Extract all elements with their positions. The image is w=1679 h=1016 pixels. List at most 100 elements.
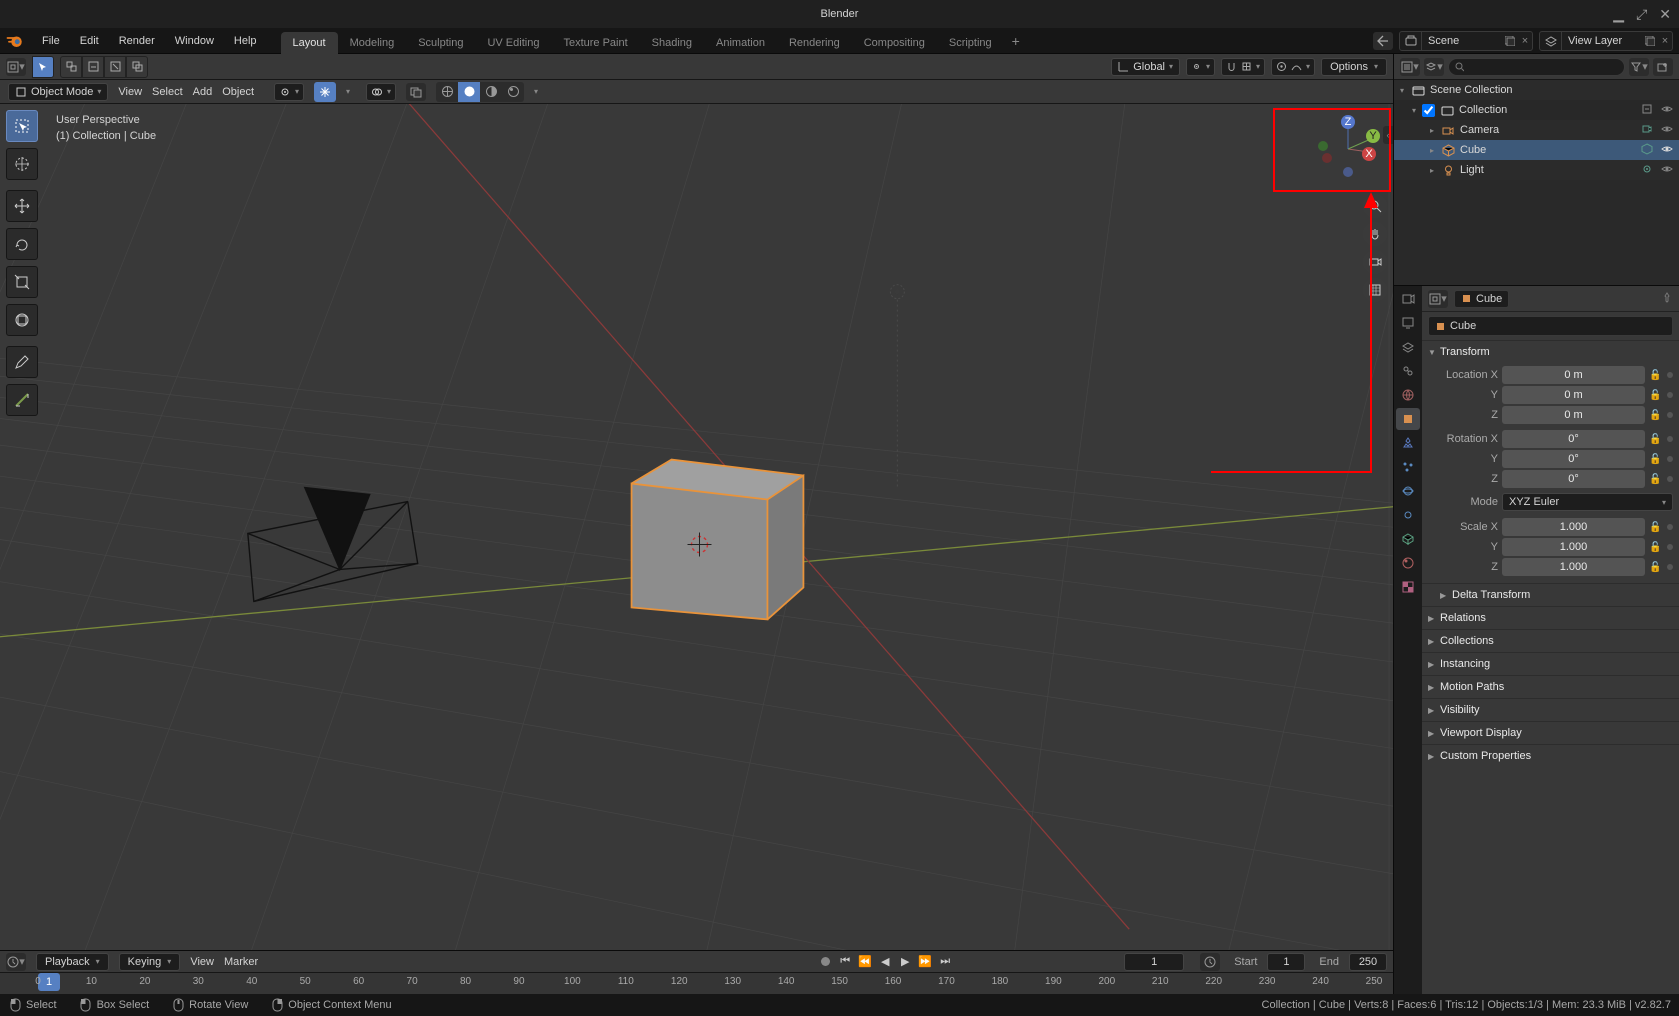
- anim-dot[interactable]: [1667, 456, 1673, 462]
- current-frame[interactable]: 1: [1124, 953, 1184, 971]
- maximize-icon[interactable]: ⤢: [1636, 6, 1647, 23]
- lock-icon[interactable]: 🔓: [1649, 562, 1663, 573]
- rotation-mode[interactable]: XYZ Euler: [1502, 493, 1673, 511]
- cube-object[interactable]: [632, 460, 804, 620]
- new-scene-icon[interactable]: [1502, 32, 1518, 50]
- tool-transform[interactable]: [6, 304, 38, 336]
- tool-annotate[interactable]: [6, 346, 38, 378]
- ptab-object[interactable]: [1396, 408, 1420, 430]
- anim-dot[interactable]: [1667, 412, 1673, 418]
- lock-icon[interactable]: 🔓: [1649, 434, 1663, 445]
- end-frame[interactable]: 250: [1349, 953, 1387, 971]
- panel-instancing[interactable]: ▶Instancing: [1422, 653, 1679, 675]
- tab-texture-paint[interactable]: Texture Paint: [551, 32, 639, 54]
- gizmo-dropdown[interactable]: ▾: [346, 87, 356, 96]
- sel-subtract-icon[interactable]: [82, 56, 104, 78]
- menu-edit[interactable]: Edit: [70, 31, 109, 51]
- display-mode-icon[interactable]: ▾: [1424, 58, 1444, 76]
- outliner-cube[interactable]: ▸ Cube: [1394, 140, 1679, 160]
- lock-icon[interactable]: 🔓: [1649, 522, 1663, 533]
- lock-icon[interactable]: 🔓: [1649, 474, 1663, 485]
- pin-icon[interactable]: [1661, 291, 1673, 306]
- menu-view[interactable]: View: [118, 86, 142, 98]
- rot-y[interactable]: 0°: [1502, 450, 1645, 468]
- anim-dot[interactable]: [1667, 476, 1673, 482]
- panel-visibility[interactable]: ▶Visibility: [1422, 699, 1679, 721]
- outliner-tree[interactable]: ▾ Scene Collection ▾ Collection ▸ Camera…: [1394, 80, 1679, 285]
- ptab-viewlayer[interactable]: [1396, 336, 1420, 358]
- data-icon[interactable]: [1641, 163, 1653, 178]
- tool-move[interactable]: [6, 190, 38, 222]
- jump-start-icon[interactable]: ⏮: [836, 954, 854, 970]
- persp-ortho-icon[interactable]: [1363, 278, 1387, 302]
- tab-scripting[interactable]: Scripting: [937, 32, 1004, 54]
- play-icon[interactable]: ▶: [896, 954, 914, 970]
- jump-end-icon[interactable]: ⏭: [936, 954, 954, 970]
- anim-dot[interactable]: [1667, 392, 1673, 398]
- view-layer-input[interactable]: [1562, 35, 1642, 47]
- tool-select-box[interactable]: [6, 110, 38, 142]
- object-name-field[interactable]: [1428, 316, 1673, 336]
- playhead[interactable]: 1: [38, 973, 60, 991]
- tool-rotate[interactable]: [6, 228, 38, 260]
- sel-tweak-icon[interactable]: [32, 56, 54, 78]
- lock-icon[interactable]: 🔓: [1649, 410, 1663, 421]
- ptab-material[interactable]: [1396, 552, 1420, 574]
- exclude-icon[interactable]: [1641, 103, 1653, 118]
- scene-selector[interactable]: ×: [1399, 31, 1533, 51]
- editor-type-icon[interactable]: ▾: [6, 58, 26, 76]
- minimize-icon[interactable]: ▁: [1613, 6, 1624, 23]
- gizmo-toggle[interactable]: [314, 82, 336, 102]
- tab-compositing[interactable]: Compositing: [852, 32, 937, 54]
- shading-dropdown[interactable]: ▾: [534, 87, 544, 96]
- anim-dot[interactable]: [1667, 436, 1673, 442]
- anim-dot[interactable]: [1667, 544, 1673, 550]
- loc-z[interactable]: 0 m: [1502, 406, 1645, 424]
- view-layer-selector[interactable]: ×: [1539, 31, 1673, 51]
- menu-add[interactable]: Add: [193, 86, 213, 98]
- pivot-point[interactable]: [1186, 58, 1215, 76]
- new-collection-icon[interactable]: [1653, 58, 1673, 76]
- outliner-editor-icon[interactable]: ▾: [1400, 58, 1420, 76]
- outliner-search[interactable]: [1448, 58, 1625, 76]
- ptab-constraint[interactable]: [1396, 504, 1420, 526]
- snap-toggle[interactable]: [1221, 58, 1265, 76]
- ptab-modifier[interactable]: [1396, 432, 1420, 454]
- scene-name-input[interactable]: [1422, 35, 1502, 47]
- xray-toggle[interactable]: [406, 83, 426, 101]
- nav-gizmo[interactable]: X Y Z: [1309, 110, 1387, 188]
- proportional-edit[interactable]: [1271, 58, 1315, 76]
- timeline-ruler[interactable]: 1 01020304050607080901001101201301401501…: [0, 972, 1393, 994]
- rot-z[interactable]: 0°: [1502, 470, 1645, 488]
- autokey-icon[interactable]: [816, 954, 834, 970]
- outliner-light[interactable]: ▸ Light: [1394, 160, 1679, 180]
- panel-transform-header[interactable]: ▼Transform: [1422, 341, 1679, 363]
- delete-scene-icon[interactable]: ×: [1518, 35, 1532, 47]
- sel-extend-icon[interactable]: [60, 56, 82, 78]
- tab-shading[interactable]: Shading: [640, 32, 704, 54]
- visibility-dropdown[interactable]: [274, 83, 304, 101]
- zoom-icon[interactable]: [1363, 194, 1387, 218]
- panel-viewport-display[interactable]: ▶Viewport Display: [1422, 722, 1679, 744]
- data-icon[interactable]: [1641, 123, 1653, 138]
- lock-icon[interactable]: 🔓: [1649, 542, 1663, 553]
- lock-icon[interactable]: 🔓: [1649, 370, 1663, 381]
- preview-range-icon[interactable]: [1200, 953, 1220, 971]
- delete-view-layer-icon[interactable]: ×: [1658, 35, 1672, 47]
- timeline-editor-icon[interactable]: ▾: [6, 953, 26, 971]
- lock-icon[interactable]: 🔓: [1649, 390, 1663, 401]
- outliner-camera[interactable]: ▸ Camera: [1394, 120, 1679, 140]
- sel-invert-icon[interactable]: [104, 56, 126, 78]
- ptab-data[interactable]: [1396, 528, 1420, 550]
- ptab-particle[interactable]: [1396, 456, 1420, 478]
- tab-modeling[interactable]: Modeling: [338, 32, 407, 54]
- tab-layout[interactable]: Layout: [281, 32, 338, 54]
- menu-window[interactable]: Window: [165, 31, 224, 51]
- shade-solid-icon[interactable]: [458, 82, 480, 102]
- anim-dot[interactable]: [1667, 564, 1673, 570]
- eye-icon[interactable]: [1661, 143, 1673, 158]
- select-mode-toggle[interactable]: [32, 56, 54, 78]
- menu-select[interactable]: Select: [152, 86, 183, 98]
- rot-x[interactable]: 0°: [1502, 430, 1645, 448]
- play-rev-icon[interactable]: ◀: [876, 954, 894, 970]
